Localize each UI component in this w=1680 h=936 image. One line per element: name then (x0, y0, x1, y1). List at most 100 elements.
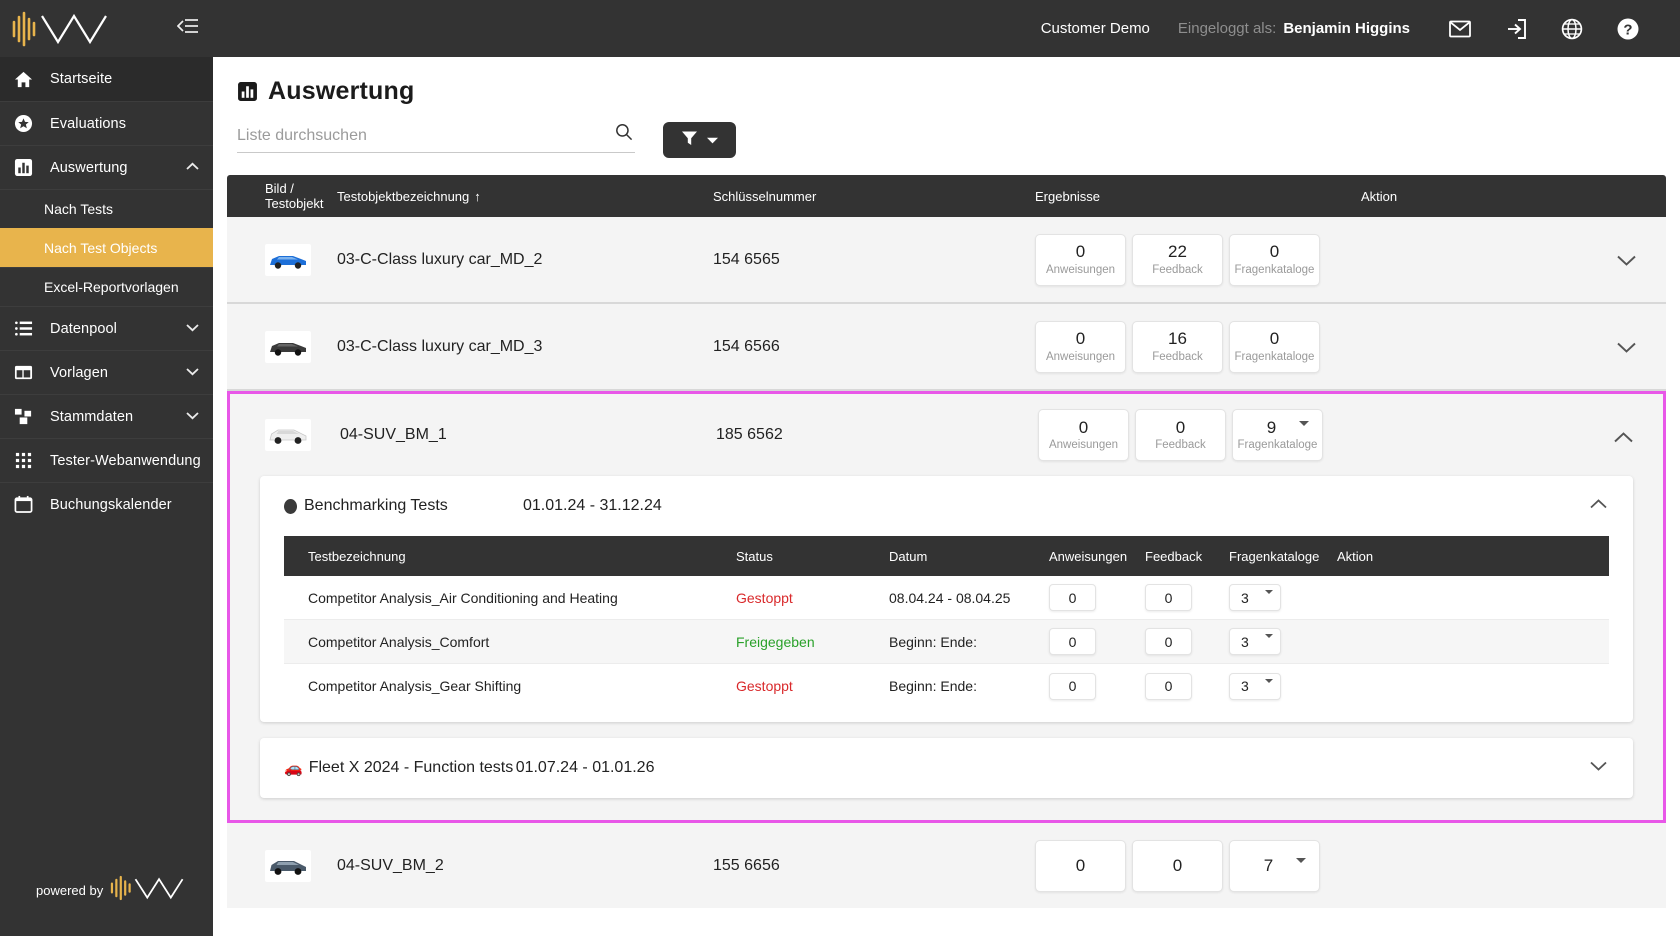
row-expand-chevron-down-icon[interactable] (1617, 340, 1636, 358)
result-label: Feedback (1155, 439, 1206, 452)
result-box-anweisungen[interactable]: 0 Anweisungen (1038, 409, 1129, 461)
fragenkataloge-cell: 3 (1229, 628, 1337, 655)
subtable-row[interactable]: Competitor Analysis_Comfort Freigegeben … (284, 620, 1609, 664)
result-value: 0 (1075, 855, 1086, 875)
feedback-box[interactable]: 0 (1145, 584, 1192, 611)
column-header-schluesselnummer[interactable]: Schlüsselnummer (713, 189, 1035, 204)
column-header-bild-testobjekt[interactable]: Bild / Testobjekt (227, 181, 337, 211)
test-group-header[interactable]: 🚗 Fleet X 2024 - Function tests 01.07.24… (260, 738, 1633, 798)
result-box-fragenkataloge-dropdown[interactable]: 7 (1229, 839, 1320, 892)
sidebar-subitem-excel-reportvorlagen[interactable]: Excel-Reportvorlagen (0, 267, 213, 306)
subcolumn-header-feedback[interactable]: Feedback (1145, 549, 1229, 564)
star-icon (14, 114, 40, 133)
filter-button[interactable] (663, 122, 736, 158)
result-box-fragenkataloge-dropdown[interactable]: 9 Fragenkataloge (1232, 409, 1323, 461)
sidebar-item-stammdaten[interactable]: Stammdaten (0, 394, 213, 438)
user-name[interactable]: Benjamin Higgins (1283, 20, 1410, 37)
results-group: 0 Anweisungen 22 Feedback 0 Fragenkatalo… (1035, 233, 1320, 286)
subcolumn-header-aktion[interactable]: Aktion (1337, 549, 1417, 564)
globe-icon[interactable] (1544, 0, 1600, 57)
feedback-box[interactable]: 0 (1145, 628, 1192, 655)
status-badge: Gestoppt (736, 678, 793, 694)
table-row[interactable]: 03-C-Class luxury car_MD_2 154 6565 0 An… (227, 217, 1666, 304)
sidebar-item-datenpool[interactable]: Datenpool (0, 306, 213, 350)
column-header-testobjektbezeichnung[interactable]: Testobjektbezeichnung ↑ (337, 189, 713, 204)
help-icon[interactable]: ? (1600, 0, 1656, 57)
fragenkataloge-dropdown[interactable]: 3 (1229, 584, 1281, 611)
row-summary[interactable]: 04-SUV_BM_1 185 6562 0 Anweisungen 0 Fee… (230, 394, 1663, 476)
test-object-name: 04-SUV_BM_1 (340, 426, 447, 443)
sidebar-item-startseite[interactable]: Startseite (0, 57, 213, 101)
subcolumn-header-anweisungen[interactable]: Anweisungen (1049, 549, 1145, 564)
group-collapse-chevron-up-icon[interactable] (1590, 496, 1607, 514)
collapse-sidebar-icon[interactable] (176, 17, 199, 40)
sidebar-subitem-label: Excel-Reportvorlagen (44, 279, 179, 295)
vehicle-thumbnail (265, 849, 311, 882)
chevron-down-icon (707, 131, 718, 149)
home-icon (14, 70, 40, 89)
subcolumn-header-fragenkataloge[interactable]: Fragenkataloge (1229, 549, 1337, 564)
sidebar-item-label: Startseite (50, 71, 113, 87)
result-box-feedback[interactable]: 22 Feedback (1132, 233, 1223, 286)
subtable-row[interactable]: Competitor Analysis_Air Conditioning and… (284, 576, 1609, 620)
row-summary[interactable]: 03-C-Class luxury car_MD_3 154 6566 0 An… (227, 304, 1666, 389)
sidebar-item-tester-webanwendung[interactable]: Tester-Webanwendung (0, 438, 213, 482)
anweisungen-box[interactable]: 0 (1049, 584, 1096, 611)
chevron-down-icon[interactable] (1299, 421, 1309, 444)
feedback-box[interactable]: 0 (1145, 672, 1192, 700)
test-group-header[interactable]: Benchmarking Tests 01.01.24 - 31.12.24 (260, 476, 1633, 536)
column-header-label: Testobjektbezeichnung (337, 188, 470, 204)
sidebar-item-evaluations[interactable]: Evaluations (0, 101, 213, 145)
anweisungen-box[interactable]: 0 (1049, 628, 1096, 655)
subcolumn-header-datum[interactable]: Datum (889, 549, 1049, 564)
result-box-feedback[interactable]: 0 Feedback (1135, 409, 1226, 461)
row-summary[interactable]: 04-SUV_BM_2 155 6656 0 0 7 (227, 823, 1666, 908)
logout-icon[interactable] (1488, 0, 1544, 57)
sidebar-item-label: Datenpool (50, 320, 118, 337)
powered-by-label: powered by (36, 882, 104, 898)
row-expand-chevron-down-icon[interactable] (1617, 253, 1636, 271)
sidebar-item-buchungskalender[interactable]: Buchungskalender (0, 482, 213, 526)
brand-logo[interactable] (10, 9, 116, 49)
table-row[interactable]: 03-C-Class luxury car_MD_3 154 6566 0 An… (227, 304, 1666, 391)
fragenkataloge-value: 3 (1241, 678, 1249, 694)
table-row-selected[interactable]: 04-SUV_BM_1 185 6562 0 Anweisungen 0 Fee… (227, 391, 1666, 823)
sidebar-subitem-nach-test-objects[interactable]: Nach Test Objects (0, 228, 213, 267)
main-area: Customer Demo Eingeloggt als: Benjamin H… (213, 0, 1680, 936)
feedback-cell: 0 (1145, 584, 1229, 611)
column-header-aktion[interactable]: Aktion (1361, 189, 1461, 204)
date-range: Beginn: Ende: (889, 678, 977, 694)
result-box-feedback[interactable]: 16 Feedback (1132, 320, 1223, 373)
result-box-fragenkataloge[interactable]: 0 Fragenkataloge (1229, 320, 1320, 373)
chevron-down-icon[interactable] (1296, 857, 1306, 881)
column-header-ergebnisse[interactable]: Ergebnisse (1035, 189, 1361, 204)
sidebar-item-vorlagen[interactable]: Vorlagen (0, 350, 213, 394)
fragenkataloge-dropdown[interactable]: 3 (1229, 628, 1281, 655)
table-row[interactable]: 04-SUV_BM_2 155 6656 0 0 7 (227, 823, 1666, 908)
result-box-fragenkataloge[interactable]: 0 Fragenkataloge (1229, 233, 1320, 286)
result-box-anweisungen[interactable]: 0 (1035, 839, 1126, 892)
search-field-wrapper (237, 124, 635, 153)
result-box-feedback[interactable]: 0 (1132, 839, 1223, 892)
page-title: Auswertung (268, 77, 415, 105)
sidebar-item-auswertung[interactable]: Auswertung (0, 145, 213, 189)
subcolumn-header-status[interactable]: Status (736, 549, 889, 564)
anweisungen-box[interactable]: 0 (1049, 672, 1096, 700)
fragenkataloge-cell: 3 (1229, 584, 1337, 611)
result-box-anweisungen[interactable]: 0 Anweisungen (1035, 320, 1126, 373)
subtable-row[interactable]: Competitor Analysis_Gear Shifting Gestop… (284, 664, 1609, 708)
fragenkataloge-dropdown[interactable]: 3 (1229, 672, 1281, 700)
key-number: 154 6565 (713, 250, 780, 268)
row-collapse-chevron-up-icon[interactable] (1614, 430, 1633, 448)
chevron-down-icon (1265, 678, 1273, 699)
subcolumn-header-testbezeichnung[interactable]: Testbezeichnung (284, 549, 736, 564)
result-box-anweisungen[interactable]: 0 Anweisungen (1035, 233, 1126, 286)
result-value: 0 (1075, 329, 1086, 349)
mail-icon[interactable] (1432, 0, 1488, 57)
search-input[interactable] (237, 127, 597, 145)
group-expand-chevron-down-icon[interactable] (1590, 758, 1607, 776)
customer-label[interactable]: Customer Demo (1041, 20, 1150, 37)
sidebar-subitem-nach-tests[interactable]: Nach Tests (0, 189, 213, 228)
row-summary[interactable]: 03-C-Class luxury car_MD_2 154 6565 0 An… (227, 217, 1666, 302)
search-icon[interactable] (615, 123, 633, 146)
